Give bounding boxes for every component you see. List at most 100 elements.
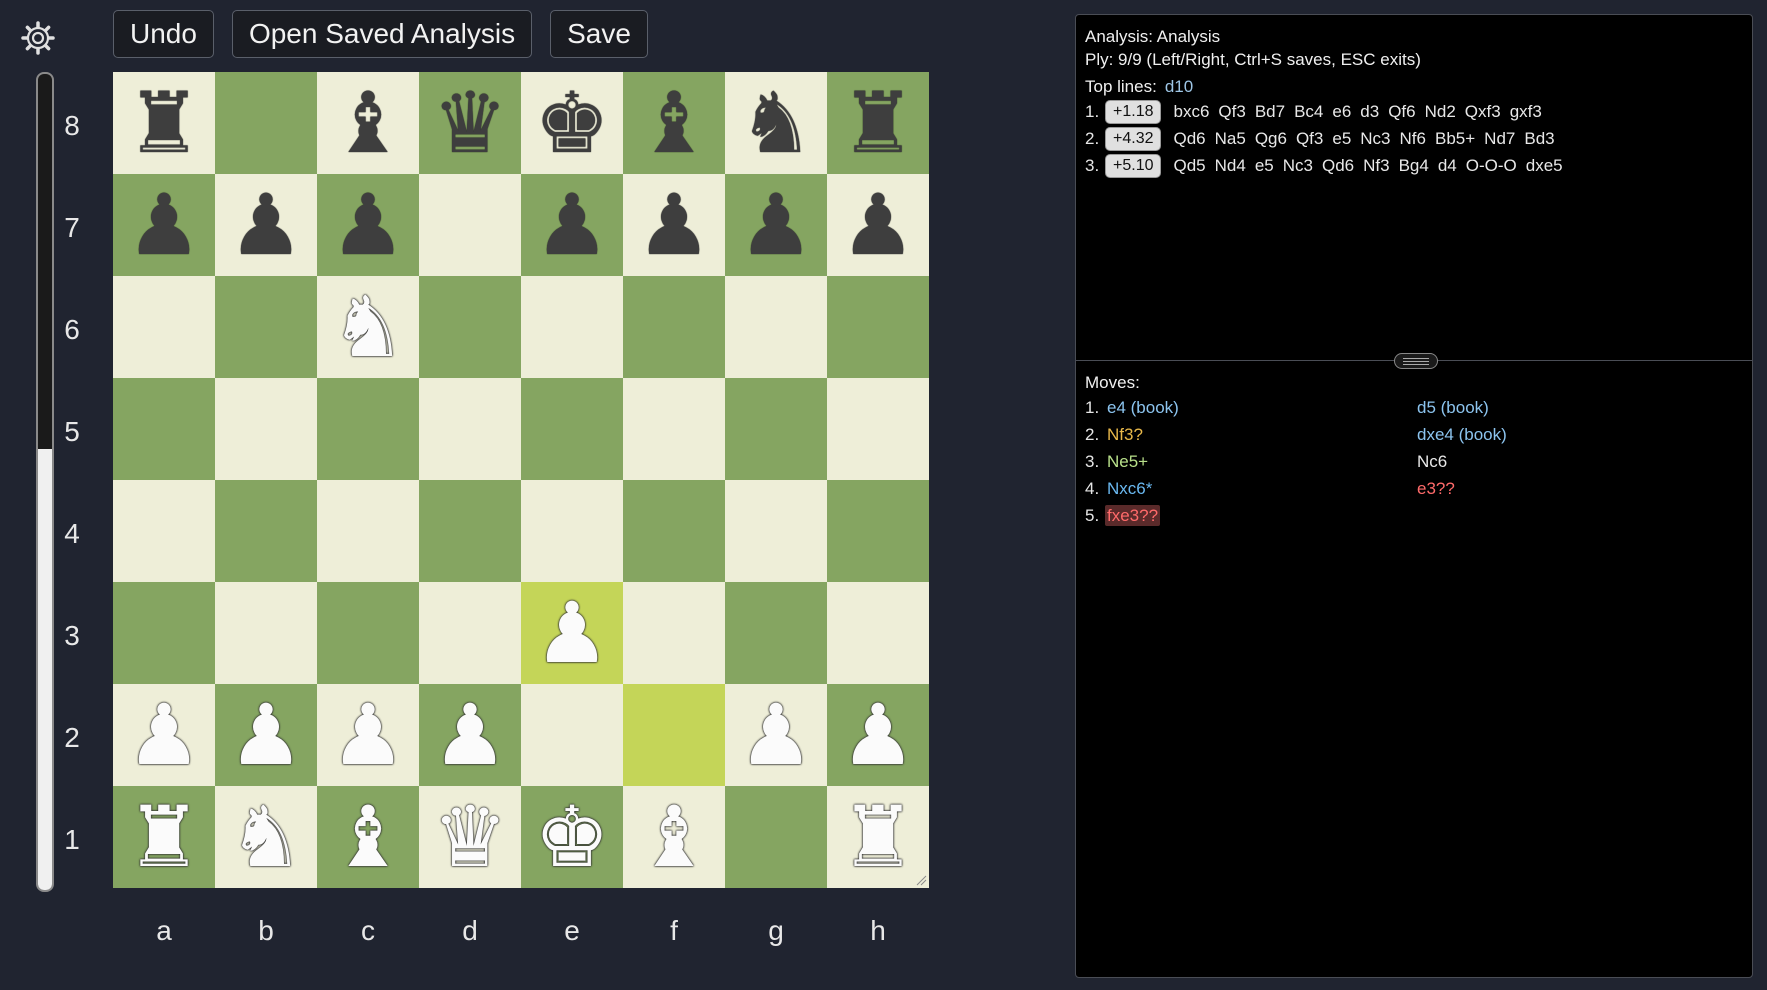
white-bishop-icon[interactable]: ♝ [636,795,711,879]
black-bishop-icon[interactable]: ♝ [330,81,405,165]
square-f5[interactable] [623,378,725,480]
pv-move[interactable]: Nf6 [1400,129,1426,149]
square-c5[interactable] [317,378,419,480]
square-c8[interactable]: ♝ [317,72,419,174]
pv-move[interactable]: Bb5+ [1435,129,1475,149]
square-c3[interactable] [317,582,419,684]
square-h4[interactable] [827,480,929,582]
square-a1[interactable]: ♜ [113,786,215,888]
white-queen-icon[interactable]: ♛ [432,795,507,879]
square-g1[interactable] [725,786,827,888]
square-c7[interactable]: ♟ [317,174,419,276]
white-pawn-icon[interactable]: ♟ [228,693,303,777]
pv-move[interactable]: e5 [1332,129,1351,149]
pv-move[interactable]: Bd3 [1524,129,1554,149]
engine-line[interactable]: 2. +4.32 Qd6 Na5 Qg6 Qf3 e5 Nc3 Nf6 Bb5+ Nd7 Bd3 [1085,125,1743,152]
square-g6[interactable] [725,276,827,378]
square-h7[interactable]: ♟ [827,174,929,276]
square-h2[interactable]: ♟ [827,684,929,786]
pv-move[interactable]: Qf3 [1296,129,1323,149]
square-f2[interactable] [623,684,725,786]
white-move[interactable]: fxe3?? [1105,504,1161,526]
square-f6[interactable] [623,276,725,378]
black-move[interactable]: d5 (book) [1415,397,1491,419]
square-g2[interactable]: ♟ [725,684,827,786]
square-e6[interactable] [521,276,623,378]
white-knight-icon[interactable]: ♞ [228,795,303,879]
pv-move[interactable]: d4 [1438,156,1457,176]
black-pawn-icon[interactable]: ♟ [840,183,915,267]
square-b7[interactable]: ♟ [215,174,317,276]
black-move[interactable]: Nc6 [1415,451,1449,473]
square-h5[interactable] [827,378,929,480]
square-h3[interactable] [827,582,929,684]
black-pawn-icon[interactable]: ♟ [534,183,609,267]
square-b3[interactable] [215,582,317,684]
settings-gear-icon[interactable] [20,20,56,56]
undo-button[interactable]: Undo [113,10,214,58]
pv-move[interactable]: Nc3 [1283,156,1313,176]
square-h8[interactable]: ♜ [827,72,929,174]
square-h6[interactable] [827,276,929,378]
square-g3[interactable] [725,582,827,684]
pv-move[interactable]: d3 [1360,102,1379,122]
pv-move[interactable]: Qxf3 [1465,102,1501,122]
black-move[interactable]: dxe4 (book) [1415,424,1509,446]
square-f3[interactable] [623,582,725,684]
square-b4[interactable] [215,480,317,582]
pv-move[interactable]: dxe5 [1526,156,1563,176]
square-a2[interactable]: ♟ [113,684,215,786]
black-pawn-icon[interactable]: ♟ [636,183,711,267]
square-b1[interactable]: ♞ [215,786,317,888]
square-a3[interactable] [113,582,215,684]
square-c4[interactable] [317,480,419,582]
save-button[interactable]: Save [550,10,648,58]
white-pawn-icon[interactable]: ♟ [432,693,507,777]
square-e4[interactable] [521,480,623,582]
chess-board[interactable]: ♜ ♝ ♛ ♚ ♝ ♞ ♜ ♟ ♟ ♟ ♟ ♟ ♟ ♟ ♞ ♟ ♟ ♟ ♟ ♟ ♟ ♟ ♜ ♞ ♝ ♛ ♚ ♝ ♜ [113,72,929,888]
pv-move[interactable]: Nd7 [1484,129,1515,149]
square-f4[interactable] [623,480,725,582]
black-queen-icon[interactable]: ♛ [432,81,507,165]
white-pawn-icon[interactable]: ♟ [840,693,915,777]
square-e1[interactable]: ♚ [521,786,623,888]
pv-move[interactable]: bxc6 [1173,102,1209,122]
pv-move[interactable]: Nd2 [1425,102,1456,122]
pv-move[interactable]: gxf3 [1510,102,1542,122]
square-b2[interactable]: ♟ [215,684,317,786]
pv-move[interactable]: Qd6 [1322,156,1354,176]
pv-move[interactable]: e5 [1255,156,1274,176]
resize-grip-icon[interactable] [915,874,927,886]
square-a5[interactable] [113,378,215,480]
square-g7[interactable]: ♟ [725,174,827,276]
pv-move[interactable]: Qf6 [1388,102,1415,122]
white-move[interactable]: Ne5+ [1105,451,1150,472]
black-king-icon[interactable]: ♚ [534,81,609,165]
white-knight-icon[interactable]: ♞ [330,285,405,369]
square-d1[interactable]: ♛ [419,786,521,888]
square-d7[interactable] [419,174,521,276]
white-rook-icon[interactable]: ♜ [126,795,201,879]
black-move[interactable]: e3?? [1415,478,1457,500]
pv-move[interactable]: Bg4 [1399,156,1429,176]
square-e7[interactable]: ♟ [521,174,623,276]
square-a8[interactable]: ♜ [113,72,215,174]
square-e8[interactable]: ♚ [521,72,623,174]
square-b6[interactable] [215,276,317,378]
square-e5[interactable] [521,378,623,480]
black-bishop-icon[interactable]: ♝ [636,81,711,165]
pv-move[interactable]: Qd5 [1173,156,1205,176]
white-move[interactable]: Nxc6* [1105,478,1154,499]
square-d5[interactable] [419,378,521,480]
square-f8[interactable]: ♝ [623,72,725,174]
square-d4[interactable] [419,480,521,582]
pv-move[interactable]: e6 [1332,102,1351,122]
pv-move[interactable]: Nd4 [1215,156,1246,176]
square-a6[interactable] [113,276,215,378]
black-pawn-icon[interactable]: ♟ [738,183,813,267]
square-e3[interactable]: ♟ [521,582,623,684]
black-knight-icon[interactable]: ♞ [738,81,813,165]
square-b8[interactable] [215,72,317,174]
square-g8[interactable]: ♞ [725,72,827,174]
engine-line[interactable]: 3. +5.10 Qd5 Nd4 e5 Nc3 Qd6 Nf3 Bg4 d4 O-O-O dxe5 [1085,152,1743,179]
